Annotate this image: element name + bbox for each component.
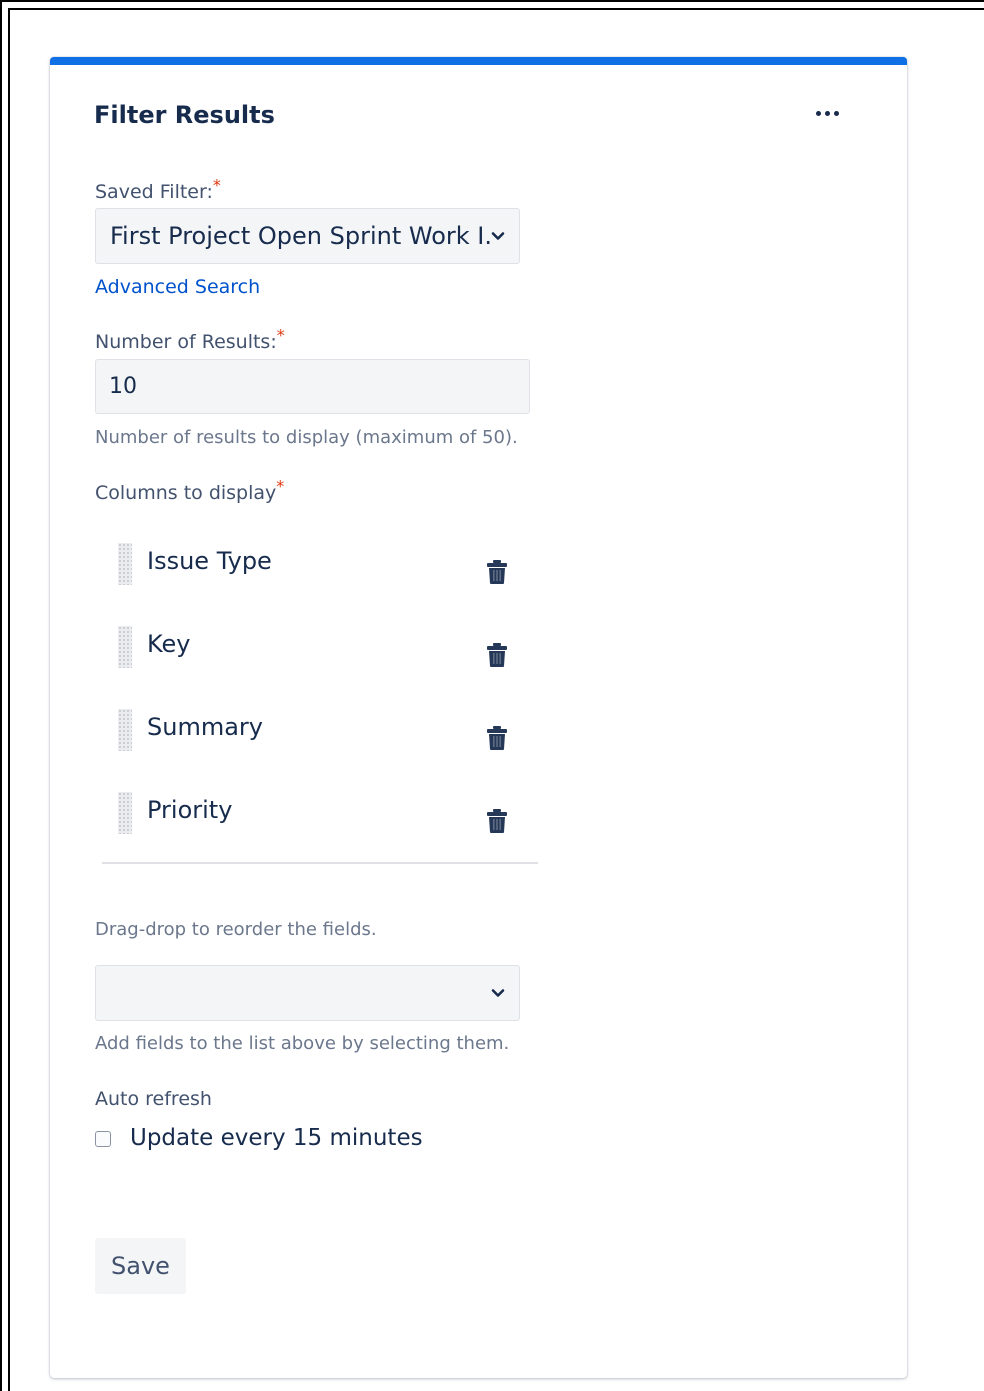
required-marker: * (212, 175, 221, 195)
filter-results-gadget: Filter Results Saved Filter:* First Proj… (50, 57, 907, 1378)
column-item-label: Priority (147, 796, 233, 824)
drag-handle[interactable] (118, 626, 132, 668)
columns-label: Columns to display* (95, 476, 285, 504)
trash-icon[interactable] (486, 642, 508, 668)
number-of-results-label: Number of Results:* (95, 325, 285, 353)
column-item-label: Summary (147, 713, 263, 741)
number-of-results-value: 10 (109, 374, 137, 399)
saved-filter-label: Saved Filter:* (95, 175, 221, 203)
drag-handle[interactable] (118, 543, 132, 585)
gadget-title: Filter Results (94, 101, 275, 129)
column-item[interactable]: Priority (118, 792, 518, 836)
auto-refresh-checkbox-label[interactable]: Update every 15 minutes (130, 1125, 423, 1151)
number-of-results-help: Number of results to display (maximum of… (95, 427, 518, 448)
more-options-button[interactable] (805, 99, 849, 127)
columns-divider (102, 862, 538, 864)
trash-icon[interactable] (486, 559, 508, 585)
drag-handle[interactable] (118, 709, 132, 751)
drag-drop-help: Drag-drop to reorder the fields. (95, 919, 377, 940)
save-button[interactable]: Save (95, 1238, 186, 1294)
auto-refresh-label: Auto refresh (95, 1088, 212, 1110)
add-field-select[interactable] (95, 965, 520, 1021)
advanced-search-link[interactable]: Advanced Search (95, 276, 260, 298)
saved-filter-value: First Project Open Sprint Work I... (110, 222, 491, 250)
required-marker: * (276, 325, 285, 345)
required-marker: * (276, 476, 285, 496)
column-item[interactable]: Key (118, 626, 518, 670)
column-item[interactable]: Issue Type (118, 543, 518, 587)
trash-icon[interactable] (486, 808, 508, 834)
number-of-results-input[interactable]: 10 (95, 359, 530, 414)
column-item[interactable]: Summary (118, 709, 518, 753)
add-fields-help: Add fields to the list above by selectin… (95, 1033, 510, 1054)
chevron-down-icon (491, 232, 505, 240)
more-icon (815, 110, 821, 116)
column-item-label: Key (147, 630, 191, 658)
trash-icon[interactable] (486, 725, 508, 751)
chevron-down-icon (491, 989, 505, 997)
auto-refresh-checkbox[interactable] (95, 1131, 111, 1147)
saved-filter-select[interactable]: First Project Open Sprint Work I... (95, 208, 520, 264)
column-item-label: Issue Type (147, 547, 272, 575)
drag-handle[interactable] (118, 792, 132, 834)
